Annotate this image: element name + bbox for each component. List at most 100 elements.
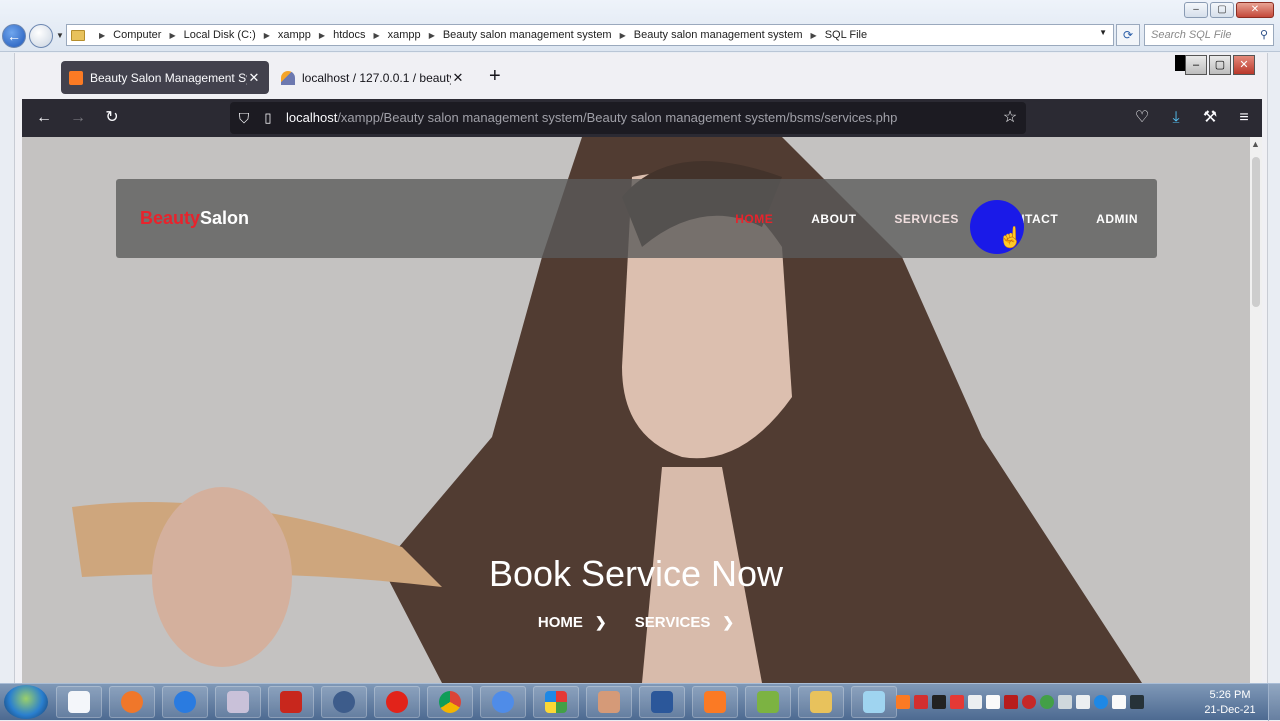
show-desktop-button[interactable] bbox=[1268, 684, 1280, 721]
download-icon[interactable]: ⤓ bbox=[1166, 108, 1186, 128]
path-crumb[interactable]: SQL File bbox=[825, 29, 867, 41]
new-tab-icon[interactable]: + bbox=[489, 65, 501, 88]
chevron-down-icon[interactable]: ▼ bbox=[1099, 28, 1107, 37]
breadcrumb: HOME ❯ SERVICES ❯ bbox=[22, 614, 1250, 631]
tab-phpmyadmin[interactable]: localhost / 127.0.0.1 / beauty | p ✕ bbox=[273, 61, 473, 94]
path-crumb[interactable]: xampp bbox=[278, 29, 311, 41]
taskbar: 5:26 PM 21-Dec-21 bbox=[0, 683, 1280, 721]
file-icon[interactable] bbox=[56, 686, 102, 718]
chevron-right-icon: ❯ bbox=[722, 614, 735, 630]
hero-title: Book Service Now bbox=[488, 553, 784, 594]
forward-arrow-icon[interactable]: → bbox=[68, 108, 88, 128]
chromium-icon[interactable] bbox=[480, 686, 526, 718]
xampp-tray-icon[interactable] bbox=[896, 695, 910, 709]
page-scrollbar[interactable]: ▲ bbox=[1250, 137, 1262, 683]
app-tray-icon[interactable] bbox=[932, 695, 946, 709]
path-crumb[interactable]: Computer bbox=[113, 29, 161, 41]
site-logo[interactable]: BeautySalon bbox=[140, 208, 249, 229]
menu-about[interactable]: ABOUT bbox=[811, 212, 856, 226]
media-player-icon[interactable] bbox=[321, 686, 367, 718]
taskbar-apps bbox=[56, 686, 897, 718]
maximize-button[interactable]: ▢ bbox=[1209, 55, 1231, 75]
explorer-window-controls: – ▢ ✕ bbox=[1184, 2, 1274, 18]
close-icon[interactable]: ✕ bbox=[451, 70, 465, 86]
close-icon[interactable]: ✕ bbox=[247, 70, 261, 86]
opera-icon[interactable] bbox=[374, 686, 420, 718]
recent-pages-icon[interactable]: ▼ bbox=[56, 31, 64, 40]
hand-cursor-icon: ☝ bbox=[998, 227, 1023, 249]
app-tray-icon[interactable] bbox=[1004, 695, 1018, 709]
firefox-browser-icon[interactable] bbox=[162, 686, 208, 718]
tab-title: Beauty Salon Management Syst bbox=[90, 70, 247, 85]
close-button[interactable]: ✕ bbox=[1236, 2, 1274, 18]
forward-icon[interactable] bbox=[29, 24, 53, 48]
path-field[interactable]: ▶ Computer ▶ Local Disk (C:) ▶ xampp ▶ h… bbox=[66, 24, 1114, 46]
path-crumb[interactable]: xampp bbox=[388, 29, 421, 41]
url-host: localhost bbox=[286, 110, 338, 125]
browser-window: Beauty Salon Management Syst ✕ localhost… bbox=[14, 53, 1268, 683]
scroll-up-icon[interactable]: ▲ bbox=[1251, 139, 1260, 149]
breadcrumb-services[interactable]: SERVICES ❯ bbox=[629, 614, 740, 631]
back-arrow-icon[interactable]: ← bbox=[34, 108, 54, 128]
path-crumb[interactable]: Beauty salon management system bbox=[443, 29, 612, 41]
wrench-icon[interactable]: ⚒ bbox=[1200, 108, 1220, 128]
volume-icon[interactable] bbox=[1076, 695, 1090, 709]
umbrella-icon[interactable] bbox=[533, 686, 579, 718]
app-tray-icon[interactable] bbox=[1130, 695, 1144, 709]
xampp-icon bbox=[69, 70, 83, 85]
path-crumb[interactable]: Local Disk (C:) bbox=[184, 29, 256, 41]
shield-icon[interactable]: ⛉ bbox=[234, 108, 254, 128]
network-icon[interactable] bbox=[1058, 695, 1072, 709]
system-tray bbox=[896, 689, 1196, 715]
menu-icon[interactable]: ≡ bbox=[1234, 108, 1254, 128]
close-button[interactable]: ✕ bbox=[1233, 55, 1255, 75]
navigation-toolbar: ← → ↻ ⛉ ▯ localhost/xampp/Beauty salon m… bbox=[22, 99, 1262, 137]
app-tray-icon[interactable] bbox=[1022, 695, 1036, 709]
maximize-button[interactable]: ▢ bbox=[1210, 2, 1234, 18]
folder-icon[interactable] bbox=[798, 686, 844, 718]
clock-date: 21-Dec-21 bbox=[1204, 704, 1256, 716]
scroll-thumb[interactable] bbox=[1252, 157, 1260, 307]
bookmark-star-icon[interactable]: ☆ bbox=[1000, 108, 1020, 128]
app-tray-icon[interactable] bbox=[950, 695, 964, 709]
url-bar[interactable]: ⛉ ▯ localhost/xampp/Beauty salon managem… bbox=[230, 102, 1026, 134]
start-button[interactable] bbox=[4, 685, 48, 719]
word-icon[interactable] bbox=[639, 686, 685, 718]
app-tray-icon[interactable] bbox=[1040, 695, 1054, 709]
app-tray-icon[interactable] bbox=[968, 695, 982, 709]
window-icon[interactable] bbox=[851, 686, 897, 718]
app-tray-icon[interactable] bbox=[986, 695, 1000, 709]
app-tray-icon[interactable] bbox=[1112, 695, 1126, 709]
pocket-icon[interactable]: ♡ bbox=[1132, 108, 1152, 128]
chevron-right-icon: ❯ bbox=[594, 614, 607, 630]
path-crumb[interactable]: htdocs bbox=[333, 29, 365, 41]
minimize-button[interactable]: – bbox=[1185, 55, 1207, 75]
clock[interactable]: 5:26 PM 21-Dec-21 bbox=[1198, 688, 1262, 718]
menu-admin[interactable]: ADMIN bbox=[1096, 212, 1138, 226]
tab-beauty-salon[interactable]: Beauty Salon Management Syst ✕ bbox=[61, 61, 269, 94]
back-icon[interactable]: ← bbox=[2, 24, 26, 48]
refresh-icon[interactable]: ⟳ bbox=[1116, 24, 1140, 46]
acrobat-icon[interactable] bbox=[268, 686, 314, 718]
search-icon[interactable]: ⚲ bbox=[1260, 28, 1268, 41]
app-tray-icon[interactable] bbox=[1094, 695, 1108, 709]
chart-icon[interactable] bbox=[745, 686, 791, 718]
minimize-button[interactable]: – bbox=[1184, 2, 1208, 18]
chrome-icon[interactable] bbox=[427, 686, 473, 718]
web-page: BeautySalon HOME ABOUT SERVICES CONTACT … bbox=[22, 137, 1250, 683]
xampp-icon[interactable] bbox=[692, 686, 738, 718]
browser-window-controls: – ▢ ✕ bbox=[1185, 55, 1255, 75]
menu-services[interactable]: SERVICES bbox=[894, 212, 958, 226]
explorer-address-bar: – ▢ ✕ ← ▼ ▶ Computer ▶ Local Disk (C:) ▶… bbox=[0, 0, 1280, 52]
menu-home[interactable]: HOME bbox=[735, 212, 773, 226]
photo-icon[interactable] bbox=[586, 686, 632, 718]
search-input[interactable]: Search SQL File ⚲ bbox=[1144, 24, 1274, 46]
breadcrumb-home[interactable]: HOME ❯ bbox=[532, 614, 613, 631]
tab-strip: Beauty Salon Management Syst ✕ localhost… bbox=[15, 53, 1267, 99]
firefox-icon[interactable] bbox=[109, 686, 155, 718]
page-icon[interactable]: ▯ bbox=[258, 108, 278, 128]
path-crumb[interactable]: Beauty salon management system bbox=[634, 29, 803, 41]
paint-icon[interactable] bbox=[215, 686, 261, 718]
app-tray-icon[interactable] bbox=[914, 695, 928, 709]
reload-icon[interactable]: ↻ bbox=[102, 108, 122, 128]
